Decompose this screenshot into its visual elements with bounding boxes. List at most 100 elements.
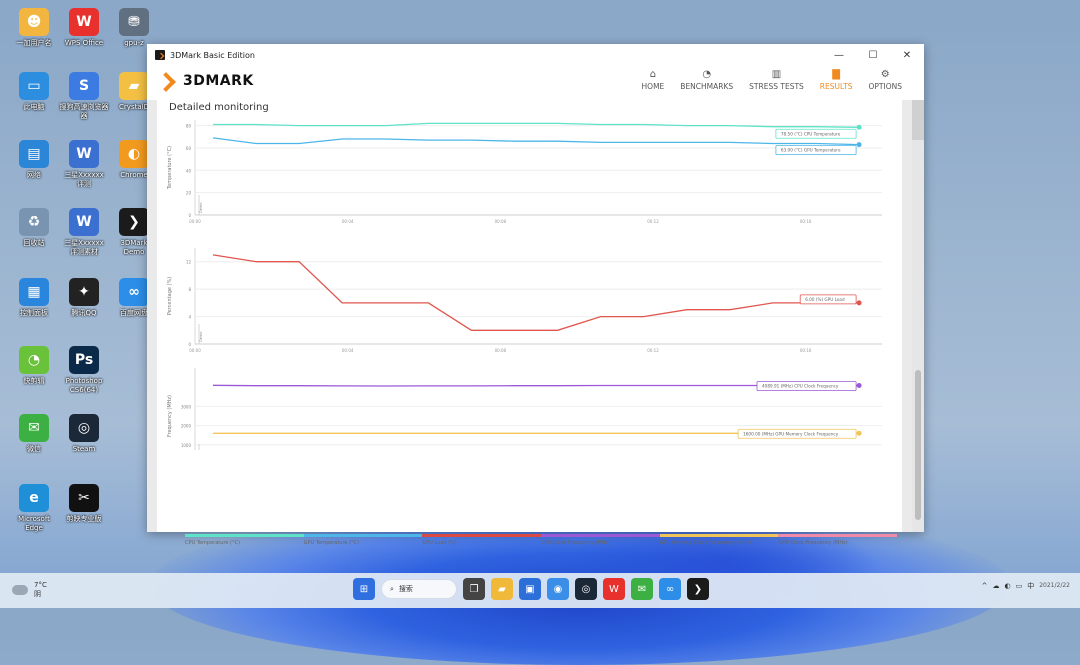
y-tick-label: 12 (186, 260, 192, 265)
tray-icon[interactable]: ◐ (1005, 582, 1011, 590)
desktop-icon-label: 腾讯QQ (71, 309, 97, 317)
desktop-icon-pc[interactable]: ▭ 此电脑 (6, 72, 62, 112)
desktop-icon-label: 此电脑 (23, 103, 45, 111)
x-tick-label: 00:16 (800, 348, 812, 353)
desktop-icon-wps[interactable]: W WPS Office (56, 8, 112, 48)
monitoring-charts: 02040608000:00 00:04 00:08 00:12 00:16Temper… (167, 120, 882, 450)
taskbar-3dmark-icon[interactable]: ❯ (687, 578, 709, 600)
desktop-icon-recycle[interactable]: ⛃ gpu-z (106, 8, 162, 48)
desktop-icon-trash[interactable]: ♻ 回收站 (6, 208, 62, 248)
x-tick-label: 00:08 (495, 348, 507, 353)
window-title: 3DMark Basic Edition (170, 50, 255, 60)
legend-item[interactable]: CPU Clock Frequency (MHz) (541, 534, 660, 546)
taskbar-taskview-icon[interactable]: ❐ (463, 578, 485, 600)
close-button[interactable]: ✕ (890, 44, 924, 66)
taskbar-search[interactable]: ⌕ 搜索 (381, 579, 457, 599)
desktop-icon-user[interactable]: ☻ 一加用户名 (6, 8, 62, 48)
series-tooltip-text: 6.00 (%) GPU Load (805, 297, 845, 302)
tray-icon[interactable]: ☁ (993, 582, 1000, 590)
y-axis-label: Percentage (%) (167, 277, 173, 315)
nav-benchmarks[interactable]: ◔ BENCHMARKS (672, 68, 741, 91)
weather-widget[interactable]: 7°C 阴 (12, 581, 47, 599)
x-tick-label: 00:04 (342, 219, 354, 224)
maximize-button[interactable]: ☐ (856, 44, 890, 66)
nav-label: BENCHMARKS (680, 82, 734, 91)
window-controls: — ☐ ✕ (822, 44, 924, 66)
desktop-icon-label: 回收站 (23, 239, 45, 247)
3dmark-icon: ❯ (119, 208, 149, 236)
desktop-icon-qq[interactable]: ✦ 腾讯QQ (56, 278, 112, 318)
y-tick-label: 1000 (181, 443, 192, 448)
legend-item[interactable]: GPU Load (%) (422, 534, 542, 546)
legend-item[interactable]: GPU Temperature (°C) (303, 534, 423, 546)
weather-desc: 阴 (34, 590, 41, 598)
ie-icon: ◐ (119, 140, 149, 168)
x-tick-label: 00:00 (189, 219, 201, 224)
legend-item[interactable]: GPU Clock Frequency (MHz) (778, 534, 898, 546)
desktop-icon-ps[interactable]: Ps Photoshop CS6(64) (56, 346, 112, 395)
desktop-icon-doc2[interactable]: W 三星Xxxxxx 评测素材 (56, 208, 112, 257)
y-tick-label: 8 (188, 287, 191, 292)
tray-icon[interactable]: ^ (982, 582, 988, 590)
taskbar-browser-icon[interactable]: ◉ (547, 578, 569, 600)
demo-marker-label: Demo (199, 332, 203, 342)
nav-results[interactable]: ▇ RESULTS (812, 68, 861, 91)
series-line-gpu-load (212, 254, 860, 331)
taskbar-store-icon[interactable]: ▣ (519, 578, 541, 600)
title-bar[interactable]: 3DMark Basic Edition — ☐ ✕ (147, 44, 924, 66)
app-window: 3DMark Basic Edition — ☐ ✕ 3DMARK ⌂ HOME ◔… (147, 44, 924, 546)
desktop-icon-network[interactable]: ▤ 网络 (6, 140, 62, 180)
clock-date[interactable]: 2021/2/22 (1039, 582, 1070, 590)
y-tick-label: 80 (186, 124, 192, 129)
desktop-icon-label: 三星Xxxxxx 评测素材 (64, 239, 104, 256)
stress-icon: ▥ (771, 69, 782, 80)
recycle-icon: ⛃ (119, 8, 149, 36)
trash-icon: ♻ (19, 208, 49, 236)
qq-icon: ✦ (69, 278, 99, 306)
y-tick-label: 60 (186, 146, 192, 151)
taskbar-start-icon[interactable]: ⊞ (353, 578, 375, 600)
desktop-icon-capcut[interactable]: ✂ 剪映专业版 (56, 484, 112, 524)
y-tick-label: 20 (186, 191, 192, 196)
series-tooltip-text: 63.00 (°C) GPU Temperature (781, 148, 841, 153)
edge-icon: e (19, 484, 49, 512)
y-tick-label: 40 (186, 168, 192, 173)
taskbar-wps-icon[interactable]: W (603, 578, 625, 600)
taskbar-wechat-icon[interactable]: ✉ (631, 578, 653, 600)
taskbar-steam-icon[interactable]: ◎ (575, 578, 597, 600)
x-tick-label: 00:00 (189, 348, 201, 353)
nav-home[interactable]: ⌂ HOME (634, 68, 673, 91)
desktop-icon-label: 网络 (27, 171, 41, 179)
scrollbar-thumb[interactable] (915, 370, 921, 520)
desktop-icon-kuaisou[interactable]: ◔ 快剪辑 (6, 346, 62, 386)
desktop-icon-panel[interactable]: ▦ 控制面板 (6, 278, 62, 318)
desktop-icon-label: 剪映专业版 (66, 515, 102, 523)
desktop-icon-doc1[interactable]: W 三星Xxxxxx 评测 (56, 140, 112, 189)
y-tick-label: 3000 (181, 404, 192, 409)
nav-stress[interactable]: ▥ STRESS TESTS (741, 68, 812, 91)
scrollbar[interactable] (912, 100, 924, 532)
y-tick-label: 2000 (181, 424, 192, 429)
taskbar-explorer-icon[interactable]: ▰ (491, 578, 513, 600)
nav-options[interactable]: ⚙ OPTIONS (861, 68, 911, 91)
nav-label: RESULTS (819, 82, 853, 91)
desktop-icon-steam[interactable]: ◎ Steam (56, 414, 112, 454)
search-label: 搜索 (398, 585, 413, 593)
minimize-button[interactable]: — (822, 44, 856, 66)
taskbar-baidu-icon[interactable]: ∞ (659, 578, 681, 600)
tray-icon[interactable]: ▭ (1016, 582, 1023, 590)
desktop-icon-edge[interactable]: e Microsoft Edge (6, 484, 62, 533)
legend-item[interactable]: CPU Temperature (°C) (185, 534, 304, 546)
kuaisou-icon: ◔ (19, 346, 49, 374)
desktop-icon-wechat[interactable]: ✉ 微信 (6, 414, 62, 454)
capcut-icon: ✂ (69, 484, 99, 512)
tray-icon[interactable]: 中 (1027, 581, 1034, 591)
desktop-icon-sogou[interactable]: S 搜狗高速浏览器 器 (56, 72, 112, 121)
sogou-icon: S (69, 72, 99, 100)
logo[interactable]: 3DMARK (159, 73, 254, 89)
series-line-gpu-temperature (212, 137, 860, 146)
legend-item[interactable]: GPU Memory Clock Frequency (MHz) (659, 534, 779, 546)
ps-icon: Ps (69, 346, 99, 374)
search-icon: ⌕ (390, 584, 394, 593)
series-end-point (856, 430, 862, 436)
